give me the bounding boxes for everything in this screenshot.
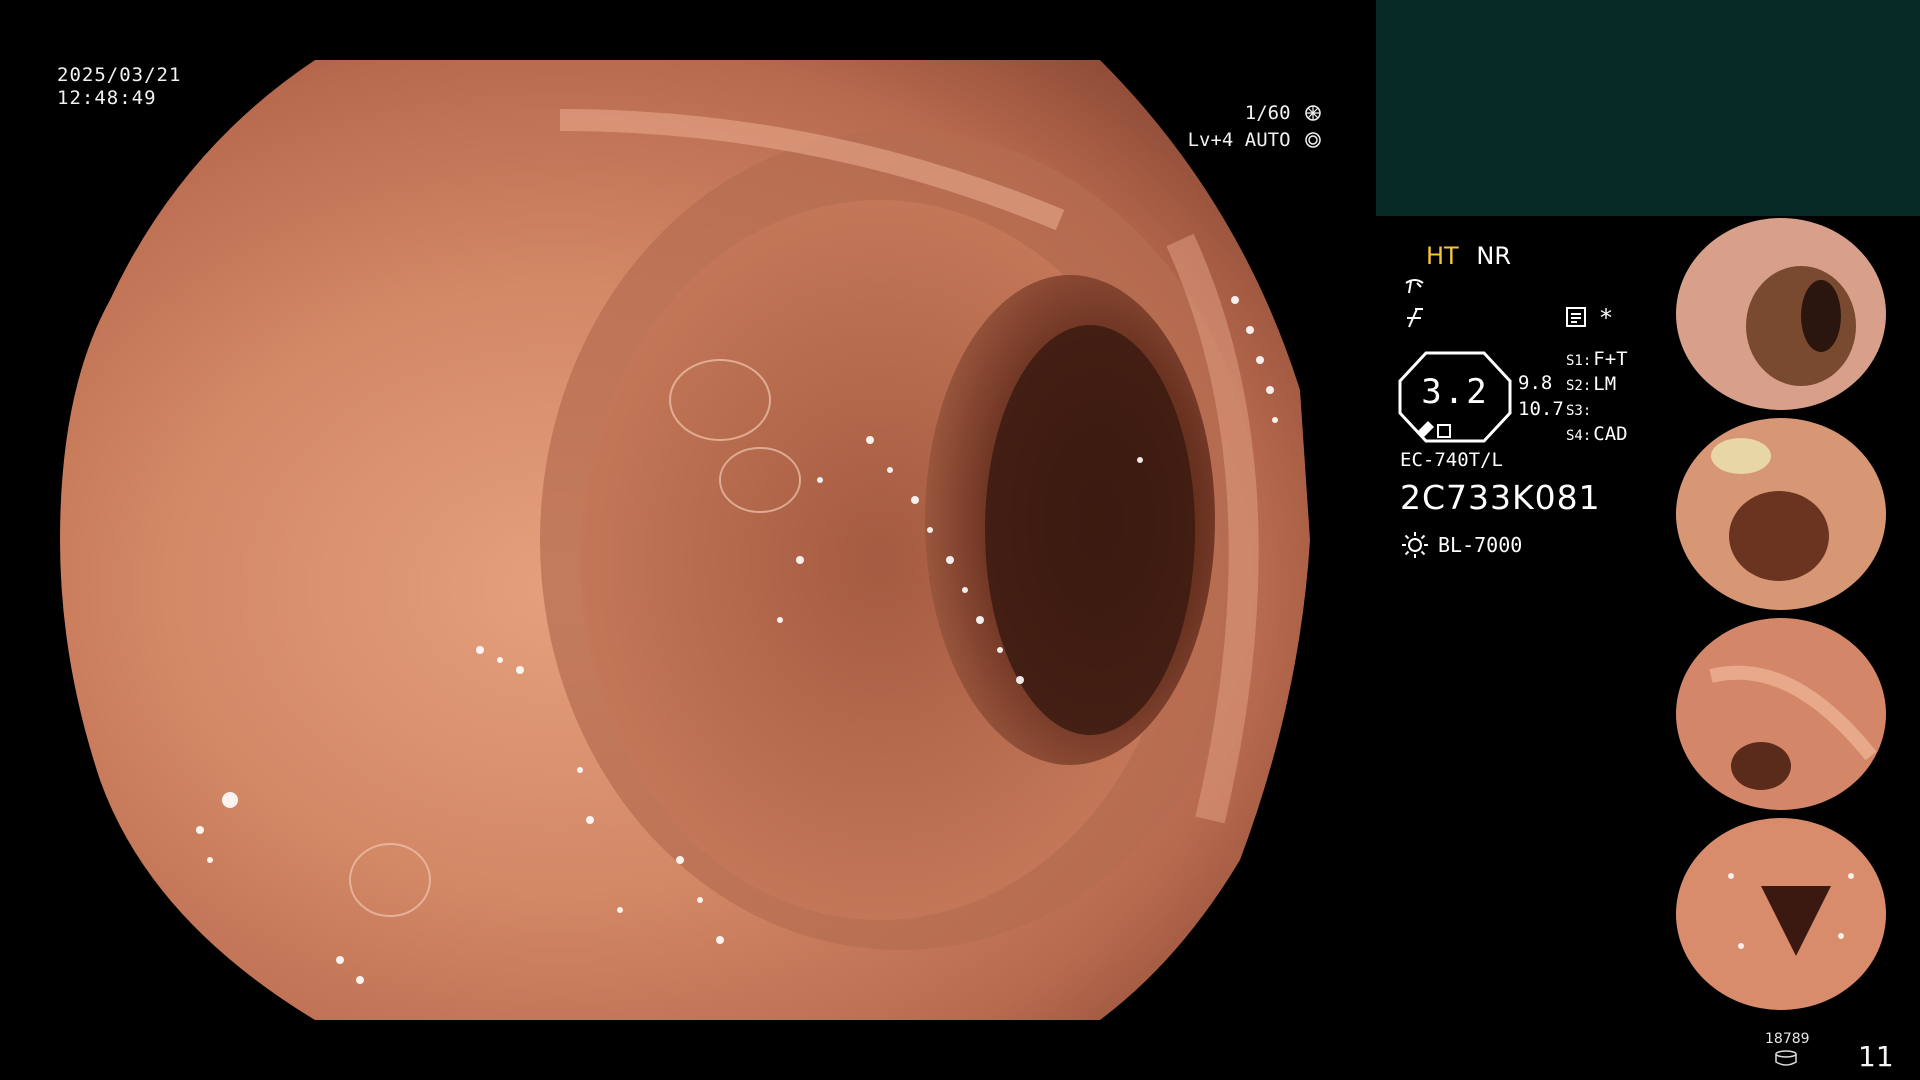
- thumbnail-3[interactable]: [1671, 616, 1920, 812]
- iris-level-text: Lv+4: [1187, 129, 1234, 151]
- scope-model: EC-740T/L: [1400, 449, 1503, 471]
- thumbnail-2[interactable]: [1671, 416, 1920, 612]
- asterisk-mark: *: [1600, 304, 1612, 332]
- captured-image-count: 11: [1858, 1040, 1894, 1073]
- structure-enhance-icon: [1405, 279, 1424, 294]
- switch-key: S3:: [1566, 403, 1592, 419]
- switch-row-s3: S3:: [1566, 398, 1593, 420]
- thumbnail-1[interactable]: [1671, 216, 1920, 412]
- aperture-icon: [1305, 105, 1321, 121]
- zoom-scale-b: 10.7: [1518, 398, 1564, 420]
- mode-nr-label: NR: [1476, 242, 1511, 270]
- datetime-overlay: 2025/03/21 12:48:49: [57, 64, 181, 110]
- iris-row: Lv+4 AUTO: [1135, 127, 1321, 154]
- zoom-value: 3.2: [1421, 372, 1489, 412]
- switch-key: S1:: [1566, 353, 1592, 369]
- light-source-label: BL-7000: [1438, 533, 1523, 557]
- zoom-scale-a: 9.8: [1518, 372, 1553, 394]
- switch-row-s1: S1: F+T: [1566, 348, 1628, 370]
- scope-serial: 2C733K081: [1400, 478, 1601, 517]
- color-enhance-icon: [1407, 308, 1423, 328]
- light-source-icon: [1402, 532, 1428, 558]
- shutter-text: 1/60: [1244, 102, 1291, 124]
- exposure-overlay: 1/60 Lv+4 AUTO: [1135, 100, 1321, 154]
- mode-ht-label: HT: [1426, 242, 1459, 270]
- switch-key: S2:: [1566, 378, 1592, 394]
- total-image-count: 18789: [1765, 1031, 1810, 1047]
- processing-modes: HT NR: [1426, 242, 1511, 270]
- endoscope-view: [60, 60, 1310, 1020]
- switch-value: CAD: [1593, 423, 1628, 445]
- switch-key: S4:: [1566, 428, 1592, 444]
- switch-value: F+T: [1593, 348, 1628, 370]
- monitor-panel: [1376, 0, 1920, 216]
- iris-icon: [1305, 132, 1321, 148]
- storage-icon: [1775, 1050, 1797, 1066]
- recording-icon: [1566, 307, 1586, 327]
- date-text: 2025/03/21: [57, 64, 182, 86]
- time-text: 12:48:49: [57, 87, 157, 109]
- switch-row-s4: S4: CAD: [1566, 423, 1628, 445]
- shutter-row: 1/60: [1135, 100, 1321, 127]
- switch-row-s2: S2: LM: [1566, 373, 1616, 395]
- iris-mode-text: AUTO: [1244, 129, 1291, 151]
- thumbnail-4[interactable]: [1671, 816, 1920, 1012]
- switch-value: LM: [1593, 373, 1617, 395]
